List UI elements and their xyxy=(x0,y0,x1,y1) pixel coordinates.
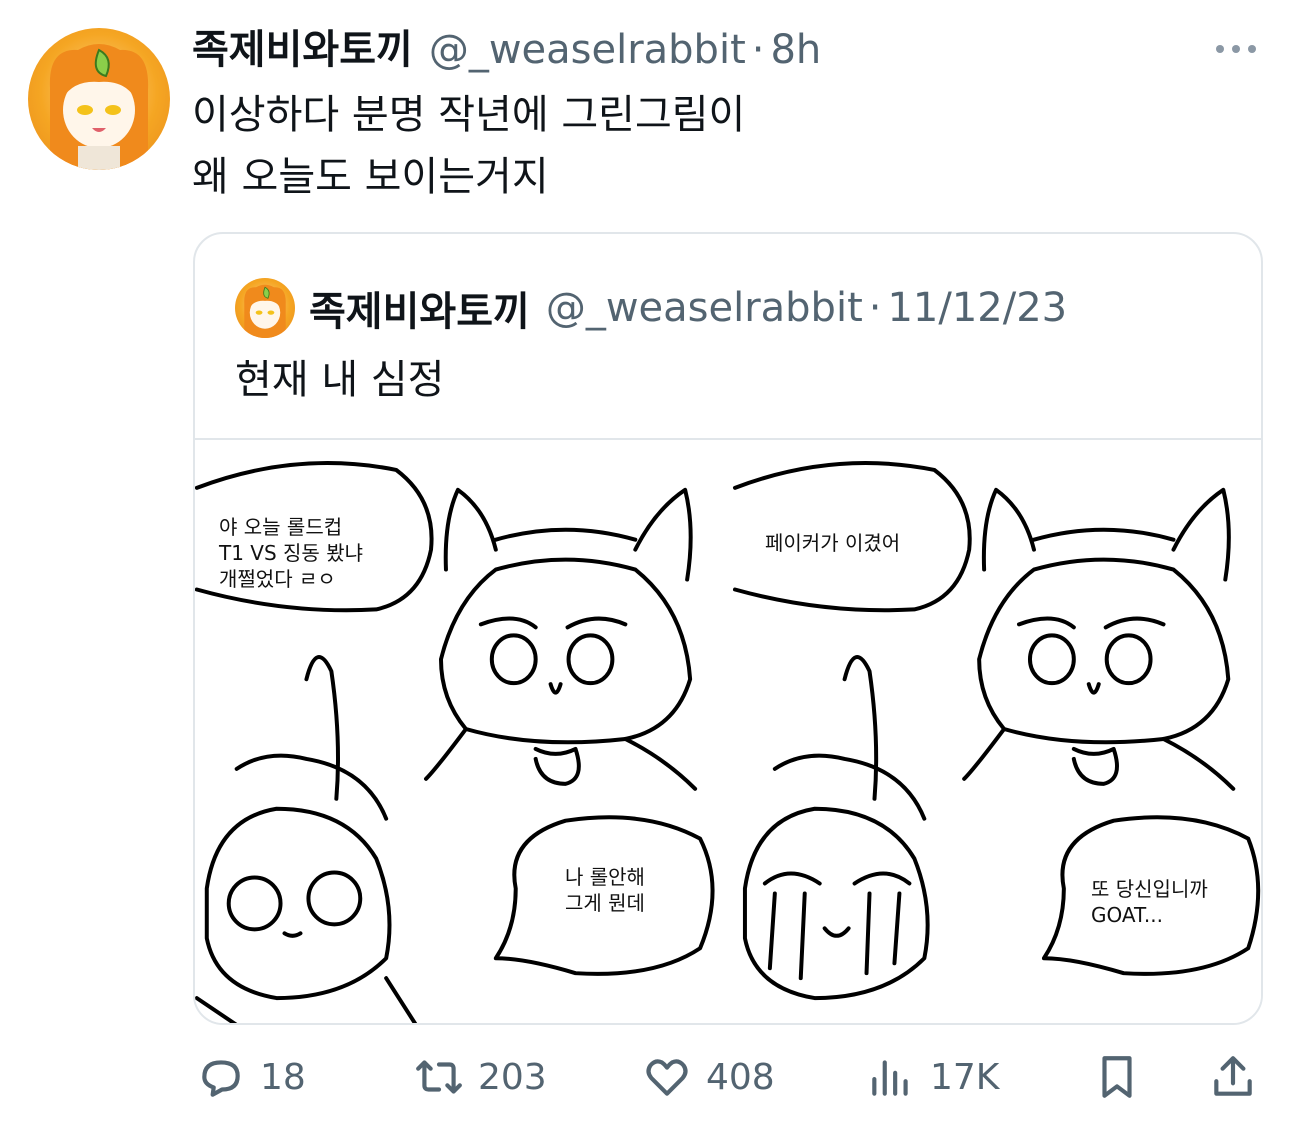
comic-bubble-1: 야 오늘 롤드컵 T1 VS 징동 봤냐 개쩔었다 ㄹㅇ xyxy=(219,514,363,592)
reply-icon xyxy=(202,1060,240,1097)
bubble-line: 페이커가 이겼어 xyxy=(765,531,901,555)
bookmark-icon xyxy=(1102,1056,1132,1098)
bubble-line: 야 오늘 롤드컵 xyxy=(219,515,343,539)
like-count: 408 xyxy=(706,1056,775,1098)
views-button[interactable]: 17K xyxy=(866,1040,999,1114)
quoted-display-name: 족제비와토끼 xyxy=(309,289,530,335)
retweet-icon xyxy=(416,1060,462,1094)
heart-icon xyxy=(646,1059,688,1096)
retweet-count: 203 xyxy=(478,1056,547,1098)
tweet-header: 족제비와토끼 @_weaselrabbit · 8h xyxy=(192,22,821,78)
retweet-button[interactable]: 203 xyxy=(414,1040,547,1114)
comic-bubble-4: 또 당신입니까 GOAT... xyxy=(1091,876,1208,928)
views-count: 17K xyxy=(930,1056,1000,1098)
quoted-tweet-card[interactable]: 족제비와토끼 @_weaselrabbit · 11/12/23 현재 내 심정 xyxy=(193,232,1263,1025)
separator-dot: · xyxy=(868,285,882,331)
quoted-tweet-header: 족제비와토끼 @_weaselrabbit · 11/12/23 xyxy=(235,278,1067,338)
tweet-action-bar: 18 203 408 17K xyxy=(0,1040,1290,1114)
reply-count: 18 xyxy=(260,1056,306,1098)
bubble-line: 또 당신입니까 xyxy=(1091,877,1208,901)
comic-bubble-2: 나 롤안해 그게 뭔데 xyxy=(565,864,645,916)
more-options-icon[interactable] xyxy=(1212,34,1260,64)
dot-1 xyxy=(1216,45,1224,53)
bubble-line: 나 롤안해 xyxy=(565,865,645,889)
bubble-line: 그게 뭔데 xyxy=(565,891,645,915)
tweet-text: 이상하다 분명 작년에 그린그림이 왜 오늘도 보이는거지 xyxy=(192,84,745,208)
like-button[interactable]: 408 xyxy=(642,1040,775,1114)
separator-dot: · xyxy=(751,27,765,73)
tweet-text-line: 이상하다 분명 작년에 그린그림이 xyxy=(192,92,746,138)
author-handle[interactable]: @_weaselrabbit xyxy=(429,22,746,78)
share-icon xyxy=(1214,1056,1252,1096)
reply-button[interactable]: 18 xyxy=(196,1040,306,1114)
bubble-line: T1 VS 징동 봤냐 xyxy=(219,541,363,565)
bubble-line: 개쩔었다 ㄹㅇ xyxy=(219,567,336,591)
dot-3 xyxy=(1248,45,1256,53)
comic-bubble-3: 페이커가 이겼어 xyxy=(765,530,900,556)
quoted-handle: @_weaselrabbit xyxy=(545,285,863,331)
tweet-timestamp[interactable]: 8h xyxy=(770,22,821,78)
bubble-line: GOAT... xyxy=(1091,903,1163,927)
tweet-text-line: 왜 오늘도 보이는거지 xyxy=(192,154,549,200)
quoted-date: 11/12/23 xyxy=(887,285,1068,331)
views-icon xyxy=(872,1060,908,1096)
author-display-name[interactable]: 족제비와토끼 xyxy=(192,22,413,78)
quoted-comic-image[interactable]: 야 오늘 롤드컵 T1 VS 징동 봤냐 개쩔었다 ㄹㅇ 나 롤안해 그게 뭔데… xyxy=(195,438,1261,1023)
author-avatar[interactable] xyxy=(28,28,170,170)
quoted-tweet-text: 현재 내 심정 xyxy=(235,357,445,403)
quoted-author-avatar xyxy=(235,278,295,338)
share-button[interactable] xyxy=(1208,1040,1258,1114)
dot-2 xyxy=(1232,45,1240,53)
bookmark-button[interactable] xyxy=(1092,1040,1142,1114)
